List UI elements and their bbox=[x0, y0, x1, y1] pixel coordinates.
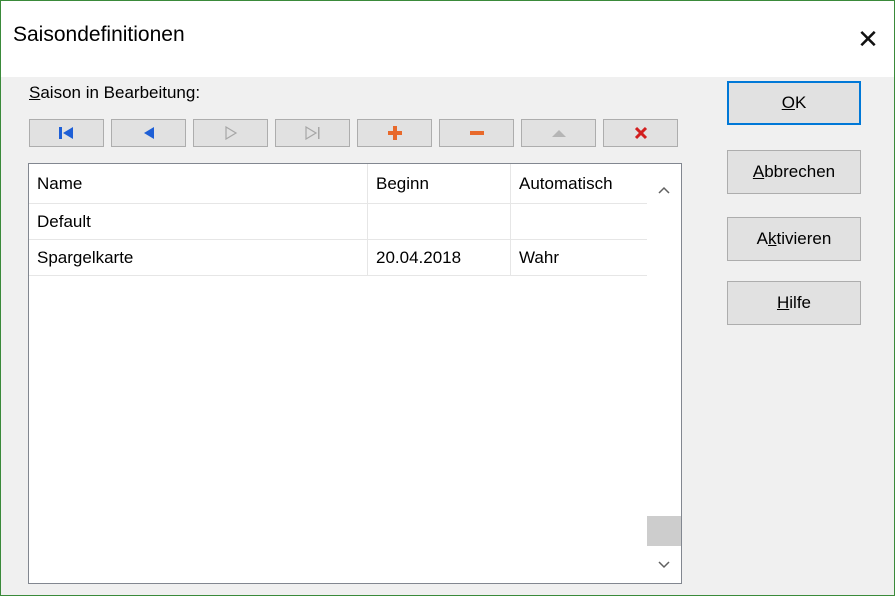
cell-beginn[interactable]: 20.04.2018 bbox=[368, 240, 511, 275]
cell-automatisch[interactable]: Wahr bbox=[511, 240, 649, 275]
cancel-accel: A bbox=[752, 162, 765, 181]
title-bar: Saisondefinitionen ✕ bbox=[1, 1, 894, 77]
grid-header-row: Name Beginn Automatisch bbox=[29, 164, 649, 204]
last-record-icon bbox=[304, 126, 319, 140]
cancel-edit-button[interactable] bbox=[603, 119, 678, 147]
chevron-down-icon bbox=[658, 561, 670, 569]
section-label-text: aison in Bearbeitung: bbox=[40, 83, 201, 102]
activate-accel: k bbox=[768, 229, 777, 248]
next-record-icon bbox=[224, 126, 237, 140]
edit-record-icon bbox=[551, 130, 566, 137]
column-header-automatisch[interactable]: Automatisch bbox=[511, 164, 649, 203]
next-record-button bbox=[193, 119, 268, 147]
section-label-accel: S bbox=[29, 83, 41, 102]
cancel-label: bbrechen bbox=[764, 162, 836, 181]
cell-beginn[interactable] bbox=[368, 204, 511, 239]
table-row[interactable]: Default bbox=[29, 204, 649, 240]
close-button[interactable]: ✕ bbox=[842, 1, 894, 77]
first-record-button[interactable] bbox=[29, 119, 104, 147]
cell-name[interactable]: Default bbox=[29, 204, 368, 239]
help-button[interactable]: Hilfe bbox=[727, 281, 861, 325]
ok-accel: O bbox=[781, 93, 795, 112]
first-record-icon bbox=[58, 127, 73, 139]
table-row[interactable]: Spargelkarte 20.04.2018 Wahr bbox=[29, 240, 649, 276]
last-record-button bbox=[275, 119, 350, 147]
activate-label-pre: A bbox=[756, 229, 769, 248]
column-header-name[interactable]: Name bbox=[29, 164, 368, 203]
activate-button[interactable]: Ak tivieren bbox=[727, 217, 861, 261]
delete-record-button[interactable] bbox=[439, 119, 514, 147]
insert-record-button[interactable] bbox=[357, 119, 432, 147]
previous-record-icon bbox=[143, 127, 154, 139]
scroll-up-button[interactable] bbox=[647, 172, 681, 208]
help-accel: H bbox=[776, 293, 790, 312]
column-header-beginn[interactable]: Beginn bbox=[368, 164, 511, 203]
navigator-toolbar bbox=[29, 119, 681, 149]
cell-name[interactable]: Spargelkarte bbox=[29, 240, 368, 275]
insert-record-icon bbox=[387, 126, 402, 140]
chevron-up-icon bbox=[658, 186, 670, 194]
delete-record-icon bbox=[469, 131, 484, 135]
vertical-scrollbar[interactable] bbox=[647, 164, 681, 583]
activate-label: tivieren bbox=[776, 229, 832, 248]
edit-record-button bbox=[521, 119, 596, 147]
ok-label: K bbox=[794, 93, 807, 112]
scroll-down-button[interactable] bbox=[647, 547, 681, 583]
season-grid[interactable]: Name Beginn Automatisch Default Spargelk… bbox=[28, 163, 682, 584]
scroll-thumb[interactable] bbox=[647, 516, 681, 546]
grid-table: Name Beginn Automatisch Default Spargelk… bbox=[29, 164, 649, 276]
cell-automatisch[interactable] bbox=[511, 204, 649, 239]
window-title: Saisondefinitionen bbox=[13, 23, 185, 46]
previous-record-button[interactable] bbox=[111, 119, 186, 147]
cancel-button[interactable]: Abbrechen bbox=[727, 150, 861, 194]
dialog-window: Saisondefinitionen ✕ Saison in Bearbeitu… bbox=[0, 0, 895, 596]
cancel-edit-icon bbox=[634, 126, 647, 140]
section-label: Saison in Bearbeitung: bbox=[29, 83, 200, 103]
help-label: ilfe bbox=[789, 293, 811, 312]
ok-button[interactable]: OK bbox=[727, 81, 861, 125]
